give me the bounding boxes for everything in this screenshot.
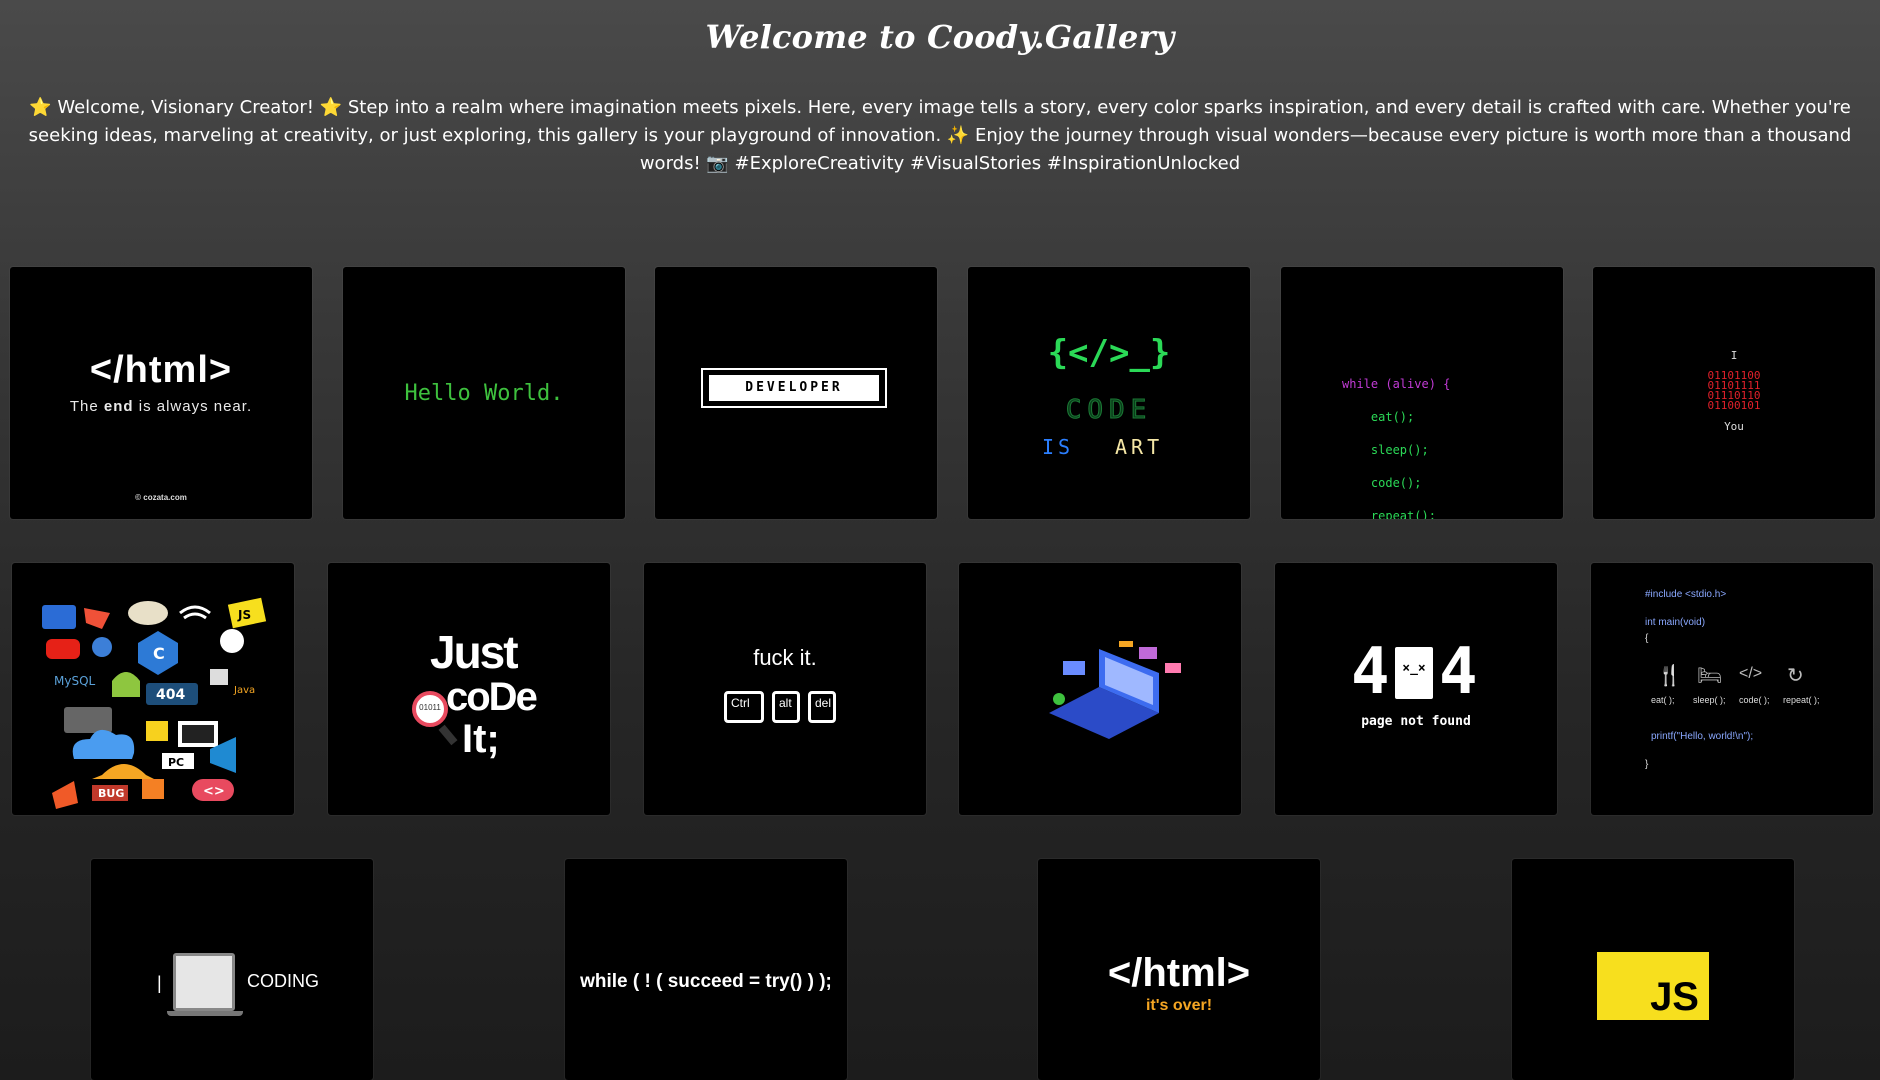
code-text: coDe	[446, 675, 538, 719]
code-word: CODE	[1065, 395, 1153, 426]
alt-key: alt	[772, 691, 800, 723]
html-tag-text: </html>	[89, 349, 233, 391]
gallery-image-developer[interactable]: DEVELOPER	[655, 267, 937, 519]
you-text: You	[1724, 420, 1744, 433]
developer-frame: DEVELOPER	[701, 368, 887, 408]
cloud-icon	[72, 729, 135, 759]
gallery-image-404[interactable]: 4 ×_× 4 page not found	[1275, 563, 1557, 815]
cozata-watermark: © cozata.com	[135, 493, 187, 502]
gallery-image-js-logo[interactable]: JS	[1512, 859, 1794, 1080]
printf-line: printf("Hello, world!\n");	[1651, 731, 1754, 742]
svg-text:<>: <>	[203, 784, 225, 799]
fork-icon: 🍴	[1657, 665, 1682, 687]
repeat-icon: ↻	[1787, 665, 1804, 687]
magnifier-digits: 01011	[419, 703, 441, 712]
404-first-digit: 4	[1351, 635, 1390, 709]
i-text: I	[1730, 349, 1738, 362]
keyboard-icon	[64, 707, 112, 733]
wifi-icon	[179, 605, 211, 620]
svg-text:404: 404	[156, 687, 185, 703]
tech-icons-collage: JS C MySQL 404 Java PC BUG <>	[42, 597, 267, 809]
swift-icon	[84, 608, 110, 629]
binary-block: 01101100 01101111 01110110 01100101	[1707, 369, 1761, 412]
floating-tag	[1119, 641, 1133, 647]
gallery-image-while-alive[interactable]: while (alive) { eat(); sleep(); code(); …	[1281, 267, 1563, 519]
developer-label: DEVELOPER	[709, 375, 879, 401]
svg-text:C: C	[153, 644, 165, 663]
close-brace: }	[1645, 759, 1649, 770]
css-icon	[42, 605, 76, 629]
magnifier-handle	[438, 724, 458, 746]
sleep-label: sleep( );	[1693, 695, 1726, 705]
hello-world-text: Hello World.	[404, 381, 564, 406]
eat-label: eat( );	[1651, 695, 1675, 705]
end-caption: The end is always near.	[69, 398, 253, 415]
cursor-bar: |	[157, 973, 162, 993]
isometric-laptop-illustration	[1049, 641, 1181, 739]
svg-text:JS: JS	[237, 608, 251, 622]
svg-text:MySQL: MySQL	[54, 674, 96, 688]
intro-text: ⭐ Welcome, Visionary Creator! ⭐ Step int…	[28, 97, 1852, 174]
html-over-tag: </html>	[1107, 951, 1251, 995]
del-key: del	[808, 691, 836, 723]
sad-file-icon: ×_×	[1395, 647, 1433, 699]
android-icon	[112, 672, 140, 697]
gallery-image-code-is-art[interactable]: {</>_} CODE IS ART	[968, 267, 1250, 519]
security-icon	[92, 637, 112, 657]
gallery-image-html-over[interactable]: </html> it's over!	[1038, 859, 1320, 1080]
stack-icon	[142, 779, 164, 799]
laptop-icon	[173, 953, 235, 1011]
floating-window-2	[1139, 647, 1157, 659]
svg-text:PC: PC	[168, 756, 184, 769]
gallery-image-tech-icons[interactable]: JS C MySQL 404 Java PC BUG <>	[12, 563, 294, 815]
sad-face-icon: ×_×	[1402, 661, 1426, 676]
fuck-it-text: fuck it.	[753, 645, 817, 670]
main-line: int main(void)	[1645, 617, 1706, 628]
github-icon	[220, 629, 244, 653]
gallery-image-ctrl-alt-del[interactable]: fuck it. Ctrl alt del	[644, 563, 926, 815]
js-logo-text: JS	[1650, 975, 1699, 1019]
gallery-image-c-main[interactable]: #include <stdio.h> int main(void) { 🍴 🛏 …	[1591, 563, 1873, 815]
svg-text:BUG: BUG	[98, 787, 124, 800]
gallery-image-while-succeed[interactable]: while ( ! ( succeed = try() ) );	[565, 859, 847, 1080]
code-symbol-icon: {</>_}	[1047, 333, 1171, 373]
js-logo-icon: JS	[1597, 952, 1709, 1020]
gallery-image-isometric-laptop[interactable]	[959, 563, 1241, 815]
art-word: ART	[1115, 435, 1164, 459]
monitor-screen	[182, 725, 214, 743]
it-text: It;	[462, 717, 500, 761]
coding-word: CODING	[247, 971, 319, 991]
is-word: IS	[1042, 435, 1075, 459]
mask-icon	[128, 601, 168, 625]
gallery-image-i-love-you-binary[interactable]: I 01101100 01101111 01110110 01100101 Yo…	[1593, 267, 1875, 519]
while-alive-code: while (alive) { eat(); sleep(); code(); …	[1342, 377, 1451, 519]
gallery-image-just-code-it[interactable]: Just 01011 coDe It;	[328, 563, 610, 815]
python-icon	[52, 781, 78, 809]
floating-card	[1165, 663, 1181, 673]
plant-icon	[1053, 693, 1065, 705]
floating-window-1	[1063, 661, 1085, 675]
404-last-digit: 4	[1439, 635, 1478, 709]
svg-text:Java: Java	[233, 685, 255, 696]
box-icon	[210, 669, 228, 685]
include-line: #include <stdio.h>	[1645, 589, 1727, 600]
code-brackets-icon: </>	[1739, 665, 1763, 682]
warning-icon	[146, 721, 168, 741]
youtube-icon	[46, 639, 80, 659]
ctrl-key: Ctrl	[724, 691, 764, 723]
its-over-text: it's over!	[1145, 997, 1213, 1014]
code-label: code( );	[1739, 695, 1770, 705]
bed-icon: 🛏	[1697, 665, 1723, 687]
gallery-image-html-end[interactable]: </html> The end is always near. © cozata…	[10, 267, 312, 519]
just-text: Just	[430, 626, 519, 678]
page-title: Welcome to Coody.Gallery	[705, 18, 1175, 56]
hat-icon	[92, 764, 154, 779]
open-brace: {	[1645, 633, 1649, 644]
laptop-base-icon	[167, 1011, 243, 1016]
gallery-image-laptop-coding[interactable]: | CODING	[91, 859, 373, 1080]
repeat-label: repeat( );	[1783, 695, 1820, 705]
gallery-image-hello-world[interactable]: Hello World.	[343, 267, 625, 519]
page-not-found-text: page not found	[1361, 714, 1471, 729]
while-succeed-text: while ( ! ( succeed = try() ) );	[580, 971, 832, 992]
